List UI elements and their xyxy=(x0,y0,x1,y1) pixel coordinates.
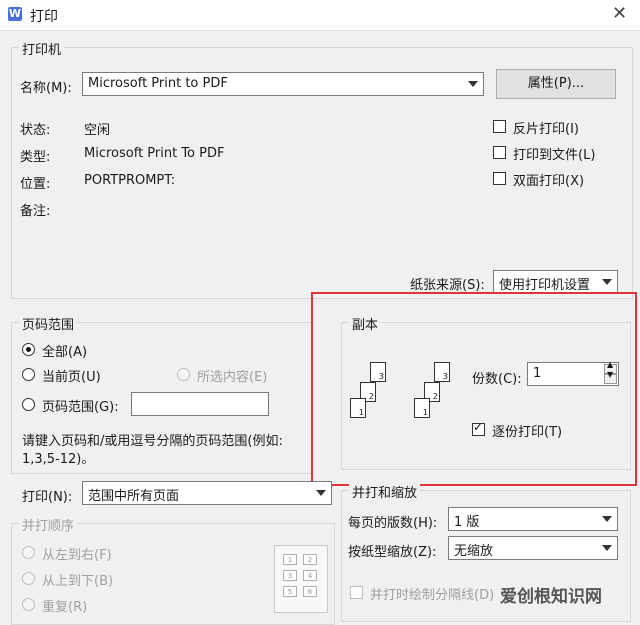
mini-page: 1 xyxy=(283,554,297,565)
paper-source-value: 使用打印机设置 xyxy=(499,278,591,293)
mini-page: 6 xyxy=(303,586,317,597)
range-current-radio[interactable] xyxy=(22,368,35,381)
print-what-value: 范围中所有页面 xyxy=(88,489,180,504)
range-all-label: 全部(A) xyxy=(42,345,88,360)
print-to-file-label: 打印到文件(L) xyxy=(513,148,596,163)
range-selection-label: 所选内容(E) xyxy=(197,370,268,385)
watermark-text: 爱创根知识网 xyxy=(500,587,602,607)
window-title: 打印 xyxy=(30,9,58,25)
print-order-legend: 并打顺序 xyxy=(19,515,78,534)
mini-page: 2 xyxy=(303,554,317,565)
mini-page: 3 xyxy=(283,570,297,581)
order-repeat-radio[interactable] xyxy=(22,598,35,611)
order-preview: 1 2 3 4 5 6 xyxy=(274,545,328,613)
chevron-down-icon xyxy=(316,490,326,496)
paper-source-label: 纸张来源(S): xyxy=(410,278,485,293)
per-sheet-select[interactable]: 1 版 xyxy=(448,507,618,531)
range-current-label: 当前页(U) xyxy=(42,370,101,385)
range-selection-radio[interactable] xyxy=(177,368,190,381)
paper-source-select[interactable]: 使用打印机设置 xyxy=(493,270,618,294)
mirror-print-label: 反片打印(I) xyxy=(513,122,579,137)
scale-value: 无缩放 xyxy=(454,544,494,559)
wps-app-icon: W xyxy=(8,7,22,21)
range-all-radio[interactable] xyxy=(22,343,35,356)
print-to-file-checkbox[interactable] xyxy=(493,146,506,159)
location-label: 位置: xyxy=(20,177,51,192)
close-icon[interactable]: ✕ xyxy=(612,3,627,24)
mini-page: 4 xyxy=(303,570,317,581)
comment-label: 备注: xyxy=(20,204,51,219)
order-repeat-label: 重复(R) xyxy=(42,600,88,615)
range-hint-line1: 请键入页码和/或用逗号分隔的页码范围(例如: xyxy=(22,434,283,449)
type-value: Microsoft Print To PDF xyxy=(84,146,225,161)
mirror-print-checkbox[interactable] xyxy=(493,120,506,133)
chevron-down-icon xyxy=(602,516,612,522)
draw-lines-checkbox[interactable] xyxy=(350,586,363,599)
range-pages-radio[interactable] xyxy=(22,398,35,411)
scale-select[interactable]: 无缩放 xyxy=(448,536,618,560)
chevron-down-icon xyxy=(602,279,612,285)
per-sheet-value: 1 版 xyxy=(454,515,480,530)
chevron-down-icon xyxy=(468,81,478,87)
status-value: 空闲 xyxy=(84,123,111,138)
chevron-down-icon xyxy=(602,545,612,551)
type-label: 类型: xyxy=(20,150,51,165)
duplex-checkbox[interactable] xyxy=(493,172,506,185)
draw-lines-label: 并打时绘制分隔线(D) xyxy=(370,588,495,603)
printer-legend: 打印机 xyxy=(19,39,65,58)
printer-select[interactable]: Microsoft Print to PDF xyxy=(82,72,484,96)
zoom-legend: 并打和缩放 xyxy=(349,482,421,501)
per-sheet-label: 每页的版数(H): xyxy=(348,516,438,531)
properties-button[interactable]: 属性(P)... xyxy=(496,69,616,99)
title-bar xyxy=(0,0,640,31)
name-label: 名称(M): xyxy=(20,81,72,96)
status-label: 状态: xyxy=(20,123,51,138)
location-value: PORTPROMPT: xyxy=(84,173,176,188)
print-what-select[interactable]: 范围中所有页面 xyxy=(82,481,332,505)
range-pages-label: 页码范围(G): xyxy=(42,400,119,415)
order-left-right-radio[interactable] xyxy=(22,546,35,559)
printer-select-value: Microsoft Print to PDF xyxy=(88,76,228,91)
order-top-bottom-label: 从上到下(B) xyxy=(42,574,114,589)
range-hint-line2: 1,3,5-12)。 xyxy=(22,452,95,467)
duplex-label: 双面打印(X) xyxy=(513,174,585,189)
highlight-box xyxy=(311,292,637,486)
page-range-legend: 页码范围 xyxy=(19,314,78,333)
print-what-label: 打印(N): xyxy=(22,490,73,505)
mini-page: 5 xyxy=(283,586,297,597)
scale-label: 按纸型缩放(Z): xyxy=(348,545,437,560)
order-top-bottom-radio[interactable] xyxy=(22,572,35,585)
page-range-input[interactable] xyxy=(131,392,269,416)
order-left-right-label: 从左到右(F) xyxy=(42,548,112,563)
